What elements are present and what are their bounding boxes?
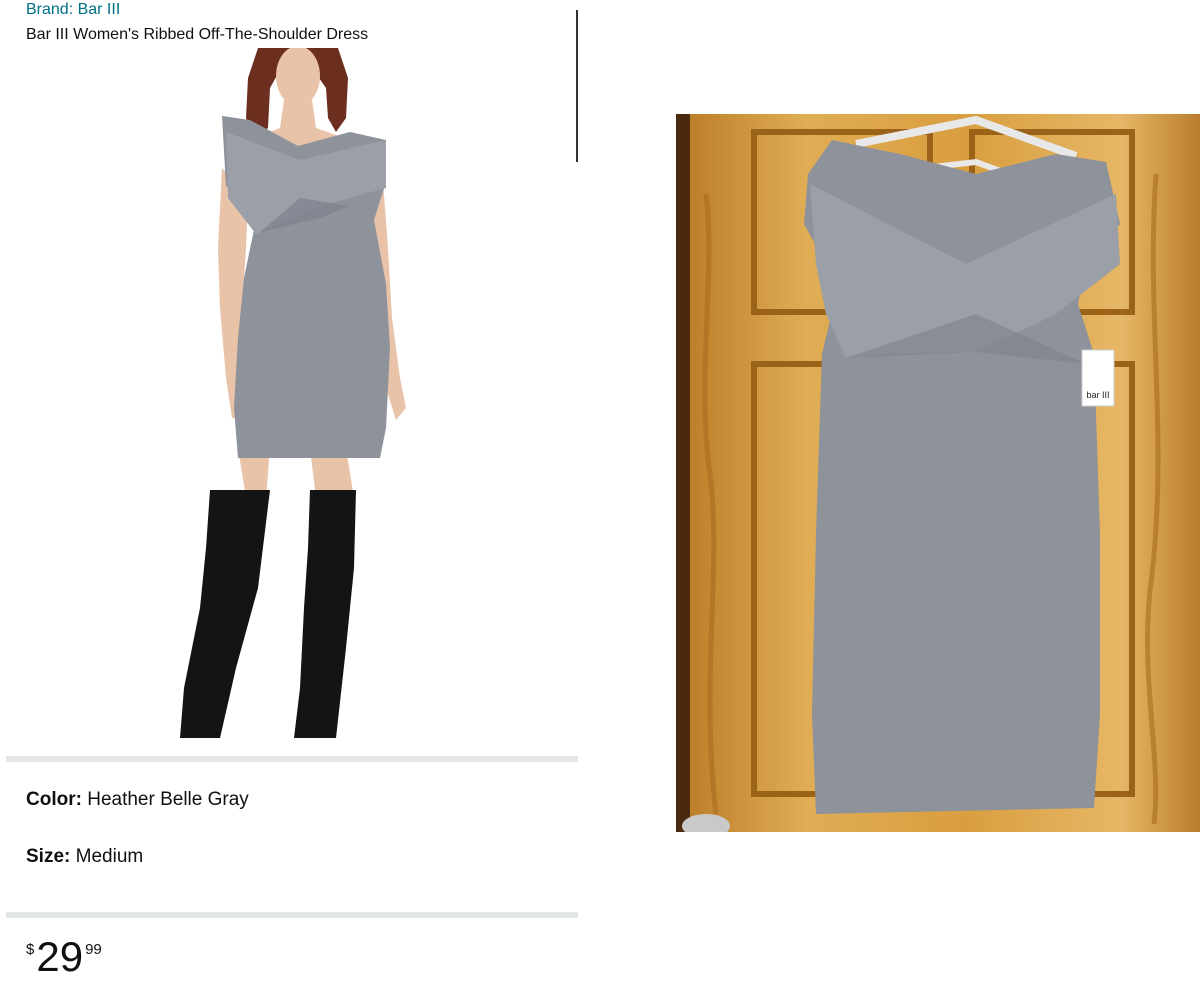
size-attribute: Size: Medium — [26, 846, 143, 868]
price: $29 99 — [26, 936, 102, 982]
size-value: Medium — [75, 846, 144, 867]
color-value: Heather Belle Gray — [87, 789, 249, 810]
product-title: Bar III Women's Ribbed Off-The-Shoulder … — [26, 26, 369, 43]
color-attribute: Color: Heather Belle Gray — [26, 789, 249, 811]
vertical-divider — [576, 10, 578, 162]
hanging-dress-photo: bar III — [676, 114, 1200, 832]
price-currency-symbol: $ — [26, 941, 35, 958]
price-fraction: 99 — [85, 941, 102, 958]
price-whole: 29 — [36, 933, 84, 980]
tag-text: bar III — [1086, 390, 1109, 400]
size-label: Size: — [26, 846, 71, 867]
model-product-photo — [150, 46, 450, 748]
brand-link[interactable]: Brand: Bar III — [26, 1, 120, 19]
color-label: Color: — [26, 789, 82, 810]
section-divider — [6, 912, 578, 918]
section-divider — [6, 756, 578, 762]
listing-panel: Brand: Bar III Bar III Women's Ribbed Of… — [0, 0, 580, 982]
